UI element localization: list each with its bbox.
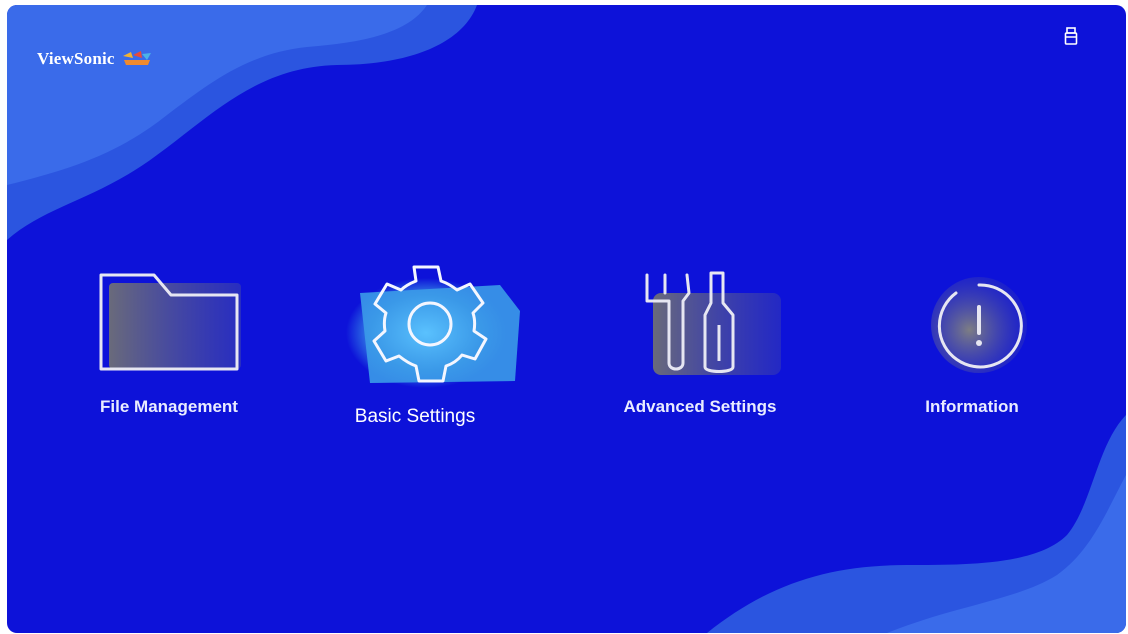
brand-name: ViewSonic: [37, 49, 115, 68]
advanced-settings-item[interactable]: Advanced Settings: [585, 263, 815, 433]
basic-settings-item[interactable]: Basic Settings: [300, 263, 530, 433]
information-label: Information: [925, 397, 1019, 416]
usb-drive-icon: [1064, 27, 1078, 45]
birds-logo-icon: [122, 51, 151, 65]
brand-logo: ViewSonic: [37, 49, 153, 69]
file-management-item[interactable]: File Management: [54, 263, 284, 433]
file-management-label: File Management: [100, 397, 238, 416]
advanced-settings-label: Advanced Settings: [623, 397, 777, 416]
folder-icon: [99, 273, 241, 371]
gear-icon: [346, 265, 520, 388]
basic-settings-label: Basic Settings: [354, 406, 476, 427]
info-icon: [931, 277, 1027, 373]
tools-icon: [645, 271, 781, 375]
information-item[interactable]: Information: [857, 263, 1087, 433]
home-screen: ViewSonic File Management Basic Settings…: [7, 5, 1126, 633]
